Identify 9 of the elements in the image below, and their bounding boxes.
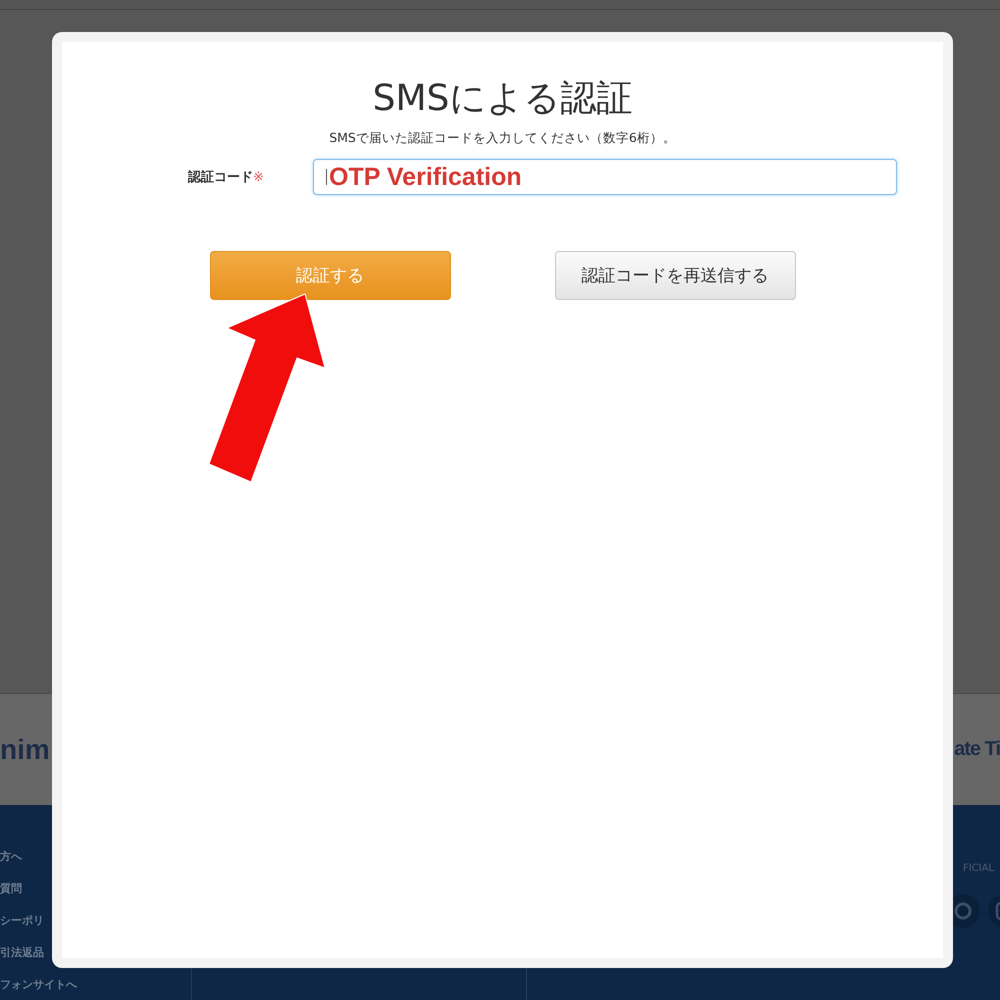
- social-heading: FICIAL: [962, 863, 994, 874]
- logo-text: ate Ti: [954, 738, 1000, 761]
- resend-button[interactable]: 認証コードを再送信する: [554, 251, 796, 300]
- logo-text: nim: [0, 734, 50, 766]
- dialog-title: SMSによる認証: [372, 77, 632, 121]
- footer-link[interactable]: フォンサイトへ: [0, 975, 191, 994]
- code-input-field[interactable]: OTP Verification: [313, 159, 897, 195]
- field-label: 認証コード※: [188, 169, 265, 186]
- instruction-text: SMSで届いた認証コードを入力してください（数字6桁）。: [329, 130, 676, 147]
